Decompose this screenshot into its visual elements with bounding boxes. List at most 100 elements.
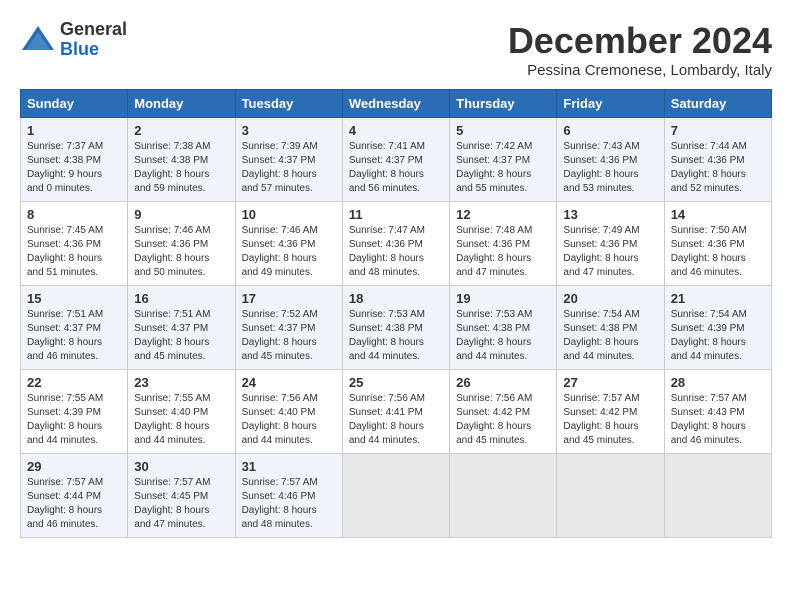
- calendar-day-cell: 8 Sunrise: 7:45 AMSunset: 4:36 PMDayligh…: [21, 202, 128, 286]
- header-day: Friday: [557, 90, 664, 118]
- logo-text: General Blue: [60, 20, 127, 60]
- calendar-day-cell: 21 Sunrise: 7:54 AMSunset: 4:39 PMDaylig…: [664, 286, 771, 370]
- calendar-day-cell: [664, 454, 771, 538]
- day-info: Sunrise: 7:52 AMSunset: 4:37 PMDaylight:…: [242, 309, 318, 362]
- day-info: Sunrise: 7:57 AMSunset: 4:42 PMDaylight:…: [563, 393, 639, 446]
- day-info: Sunrise: 7:56 AMSunset: 4:41 PMDaylight:…: [349, 393, 425, 446]
- logo: General Blue: [20, 20, 127, 60]
- month-title: December 2024: [508, 20, 772, 62]
- calendar-day-cell: 29 Sunrise: 7:57 AMSunset: 4:44 PMDaylig…: [21, 454, 128, 538]
- day-info: Sunrise: 7:49 AMSunset: 4:36 PMDaylight:…: [563, 225, 639, 278]
- day-info: Sunrise: 7:56 AMSunset: 4:42 PMDaylight:…: [456, 393, 532, 446]
- location: Pessina Cremonese, Lombardy, Italy: [508, 62, 772, 79]
- day-number: 24: [242, 375, 336, 390]
- day-number: 17: [242, 291, 336, 306]
- day-info: Sunrise: 7:53 AMSunset: 4:38 PMDaylight:…: [349, 309, 425, 362]
- header-day: Monday: [128, 90, 235, 118]
- day-info: Sunrise: 7:55 AMSunset: 4:39 PMDaylight:…: [27, 393, 103, 446]
- calendar-day-cell: 5 Sunrise: 7:42 AMSunset: 4:37 PMDayligh…: [450, 118, 557, 202]
- calendar-day-cell: 4 Sunrise: 7:41 AMSunset: 4:37 PMDayligh…: [342, 118, 449, 202]
- calendar-day-cell: 22 Sunrise: 7:55 AMSunset: 4:39 PMDaylig…: [21, 370, 128, 454]
- day-number: 30: [134, 459, 228, 474]
- day-number: 20: [563, 291, 657, 306]
- header-day: Thursday: [450, 90, 557, 118]
- day-number: 13: [563, 207, 657, 222]
- day-info: Sunrise: 7:39 AMSunset: 4:37 PMDaylight:…: [242, 141, 318, 194]
- calendar-day-cell: 18 Sunrise: 7:53 AMSunset: 4:38 PMDaylig…: [342, 286, 449, 370]
- day-number: 9: [134, 207, 228, 222]
- calendar-day-cell: [557, 454, 664, 538]
- calendar-week-row: 22 Sunrise: 7:55 AMSunset: 4:39 PMDaylig…: [21, 370, 772, 454]
- calendar-day-cell: 1 Sunrise: 7:37 AMSunset: 4:38 PMDayligh…: [21, 118, 128, 202]
- calendar-day-cell: 26 Sunrise: 7:56 AMSunset: 4:42 PMDaylig…: [450, 370, 557, 454]
- day-number: 7: [671, 123, 765, 138]
- day-number: 2: [134, 123, 228, 138]
- day-info: Sunrise: 7:54 AMSunset: 4:39 PMDaylight:…: [671, 309, 747, 362]
- day-number: 18: [349, 291, 443, 306]
- calendar-day-cell: 31 Sunrise: 7:57 AMSunset: 4:46 PMDaylig…: [235, 454, 342, 538]
- calendar-day-cell: 2 Sunrise: 7:38 AMSunset: 4:38 PMDayligh…: [128, 118, 235, 202]
- day-number: 31: [242, 459, 336, 474]
- day-number: 19: [456, 291, 550, 306]
- calendar-day-cell: 25 Sunrise: 7:56 AMSunset: 4:41 PMDaylig…: [342, 370, 449, 454]
- day-info: Sunrise: 7:42 AMSunset: 4:37 PMDaylight:…: [456, 141, 532, 194]
- page-header: General Blue December 2024 Pessina Cremo…: [20, 20, 772, 79]
- calendar-day-cell: 16 Sunrise: 7:51 AMSunset: 4:37 PMDaylig…: [128, 286, 235, 370]
- calendar-day-cell: 19 Sunrise: 7:53 AMSunset: 4:38 PMDaylig…: [450, 286, 557, 370]
- day-number: 8: [27, 207, 121, 222]
- day-info: Sunrise: 7:57 AMSunset: 4:45 PMDaylight:…: [134, 477, 210, 530]
- day-info: Sunrise: 7:57 AMSunset: 4:46 PMDaylight:…: [242, 477, 318, 530]
- calendar-day-cell: 24 Sunrise: 7:56 AMSunset: 4:40 PMDaylig…: [235, 370, 342, 454]
- day-info: Sunrise: 7:45 AMSunset: 4:36 PMDaylight:…: [27, 225, 103, 278]
- day-info: Sunrise: 7:57 AMSunset: 4:44 PMDaylight:…: [27, 477, 103, 530]
- header-day: Wednesday: [342, 90, 449, 118]
- calendar-day-cell: 14 Sunrise: 7:50 AMSunset: 4:36 PMDaylig…: [664, 202, 771, 286]
- header-row: SundayMondayTuesdayWednesdayThursdayFrid…: [21, 90, 772, 118]
- calendar-day-cell: 28 Sunrise: 7:57 AMSunset: 4:43 PMDaylig…: [664, 370, 771, 454]
- calendar-day-cell: 15 Sunrise: 7:51 AMSunset: 4:37 PMDaylig…: [21, 286, 128, 370]
- calendar-day-cell: 27 Sunrise: 7:57 AMSunset: 4:42 PMDaylig…: [557, 370, 664, 454]
- day-info: Sunrise: 7:53 AMSunset: 4:38 PMDaylight:…: [456, 309, 532, 362]
- calendar-day-cell: 23 Sunrise: 7:55 AMSunset: 4:40 PMDaylig…: [128, 370, 235, 454]
- day-info: Sunrise: 7:46 AMSunset: 4:36 PMDaylight:…: [242, 225, 318, 278]
- day-info: Sunrise: 7:56 AMSunset: 4:40 PMDaylight:…: [242, 393, 318, 446]
- calendar-day-cell: 7 Sunrise: 7:44 AMSunset: 4:36 PMDayligh…: [664, 118, 771, 202]
- day-info: Sunrise: 7:46 AMSunset: 4:36 PMDaylight:…: [134, 225, 210, 278]
- day-number: 5: [456, 123, 550, 138]
- day-number: 29: [27, 459, 121, 474]
- day-number: 10: [242, 207, 336, 222]
- day-number: 25: [349, 375, 443, 390]
- day-info: Sunrise: 7:44 AMSunset: 4:36 PMDaylight:…: [671, 141, 747, 194]
- day-number: 1: [27, 123, 121, 138]
- calendar-day-cell: [450, 454, 557, 538]
- title-section: December 2024 Pessina Cremonese, Lombard…: [508, 20, 772, 79]
- day-number: 28: [671, 375, 765, 390]
- header-day: Saturday: [664, 90, 771, 118]
- logo-icon: [20, 22, 56, 58]
- calendar-day-cell: 13 Sunrise: 7:49 AMSunset: 4:36 PMDaylig…: [557, 202, 664, 286]
- day-number: 26: [456, 375, 550, 390]
- day-number: 12: [456, 207, 550, 222]
- day-number: 21: [671, 291, 765, 306]
- day-info: Sunrise: 7:50 AMSunset: 4:36 PMDaylight:…: [671, 225, 747, 278]
- day-info: Sunrise: 7:47 AMSunset: 4:36 PMDaylight:…: [349, 225, 425, 278]
- calendar-week-row: 8 Sunrise: 7:45 AMSunset: 4:36 PMDayligh…: [21, 202, 772, 286]
- header-day: Tuesday: [235, 90, 342, 118]
- calendar-day-cell: 10 Sunrise: 7:46 AMSunset: 4:36 PMDaylig…: [235, 202, 342, 286]
- logo-general: General: [60, 20, 127, 40]
- day-info: Sunrise: 7:54 AMSunset: 4:38 PMDaylight:…: [563, 309, 639, 362]
- day-number: 16: [134, 291, 228, 306]
- calendar-week-row: 1 Sunrise: 7:37 AMSunset: 4:38 PMDayligh…: [21, 118, 772, 202]
- calendar-week-row: 15 Sunrise: 7:51 AMSunset: 4:37 PMDaylig…: [21, 286, 772, 370]
- day-number: 23: [134, 375, 228, 390]
- day-info: Sunrise: 7:48 AMSunset: 4:36 PMDaylight:…: [456, 225, 532, 278]
- day-info: Sunrise: 7:57 AMSunset: 4:43 PMDaylight:…: [671, 393, 747, 446]
- day-info: Sunrise: 7:51 AMSunset: 4:37 PMDaylight:…: [134, 309, 210, 362]
- day-number: 11: [349, 207, 443, 222]
- logo-blue: Blue: [60, 40, 127, 60]
- calendar-day-cell: 9 Sunrise: 7:46 AMSunset: 4:36 PMDayligh…: [128, 202, 235, 286]
- day-info: Sunrise: 7:43 AMSunset: 4:36 PMDaylight:…: [563, 141, 639, 194]
- day-info: Sunrise: 7:37 AMSunset: 4:38 PMDaylight:…: [27, 141, 103, 194]
- day-number: 22: [27, 375, 121, 390]
- day-info: Sunrise: 7:41 AMSunset: 4:37 PMDaylight:…: [349, 141, 425, 194]
